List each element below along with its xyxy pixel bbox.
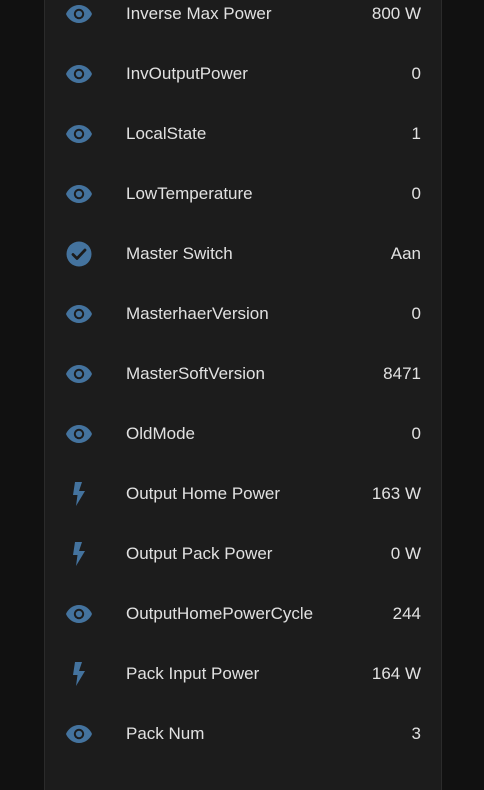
entity-label: Output Home Power [126, 484, 281, 503]
entities-card: Inverse Max Power 800 W InvOutputPower 0… [44, 0, 442, 790]
entity-value: 244 [392, 604, 421, 623]
entity-row-low-temperature[interactable]: LowTemperature 0 [45, 164, 441, 224]
entity-row-output-home-power[interactable]: Output Home Power 163 W [45, 464, 441, 524]
entity-row-output-home-power-cycle[interactable]: OutputHomePowerCycle 244 [45, 584, 441, 644]
entity-label: MasterhaerVersion [126, 304, 269, 323]
entity-row-master-switch[interactable]: Master Switch Aan [45, 224, 441, 284]
entity-value: 0 [411, 304, 421, 323]
eye-icon [65, 601, 93, 627]
eye-icon [65, 361, 93, 387]
entity-row-old-mode[interactable]: OldMode 0 [45, 404, 441, 464]
entity-label: Pack Num [126, 724, 205, 743]
entity-row-local-state[interactable]: LocalState 1 [45, 104, 441, 164]
entity-label: Master Switch [126, 244, 233, 263]
eye-icon [65, 181, 93, 207]
eye-icon [65, 721, 93, 747]
entity-value: 800 W [371, 4, 421, 23]
entity-value: 164 W [371, 664, 421, 683]
entity-value: 1 [411, 124, 421, 143]
entity-row-pack-input-power[interactable]: Pack Input Power 164 W [45, 644, 441, 704]
entity-row-master-soft-version[interactable]: MasterSoftVersion 8471 [45, 344, 441, 404]
eye-icon [65, 61, 93, 87]
entity-value: 8471 [383, 364, 421, 383]
entity-row-inv-output-power[interactable]: InvOutputPower 0 [45, 44, 441, 104]
entity-row-inverse-max-power[interactable]: Inverse Max Power 800 W [45, 0, 441, 44]
entity-value: 0 [411, 424, 421, 443]
entity-value: 3 [411, 724, 421, 743]
eye-icon [65, 1, 93, 27]
eye-icon [65, 121, 93, 147]
entity-label: OutputHomePowerCycle [126, 604, 314, 623]
entity-label: Pack Input Power [126, 664, 260, 683]
entity-label: OldMode [126, 424, 195, 443]
entity-label: InvOutputPower [126, 64, 248, 83]
entity-value: 163 W [371, 484, 421, 503]
entity-label: MasterSoftVersion [126, 364, 265, 383]
eye-icon [65, 421, 93, 447]
flash-icon [65, 481, 93, 507]
entity-label: Output Pack Power [126, 544, 273, 563]
entity-label: LocalState [126, 124, 207, 143]
entity-label: LowTemperature [126, 184, 253, 203]
entity-value: 0 [411, 64, 421, 83]
entity-row-pack-num[interactable]: Pack Num 3 [45, 704, 441, 764]
check-circle-icon [65, 241, 93, 267]
eye-icon [65, 301, 93, 327]
flash-icon [65, 541, 93, 567]
entity-value: 0 [411, 184, 421, 203]
entity-row-masterhaer-version[interactable]: MasterhaerVersion 0 [45, 284, 441, 344]
flash-icon [65, 661, 93, 687]
entity-label: Inverse Max Power [126, 4, 272, 23]
entity-value: Aan [390, 244, 421, 263]
entity-row-output-pack-power[interactable]: Output Pack Power 0 W [45, 524, 441, 584]
entity-value: 0 W [390, 544, 421, 563]
